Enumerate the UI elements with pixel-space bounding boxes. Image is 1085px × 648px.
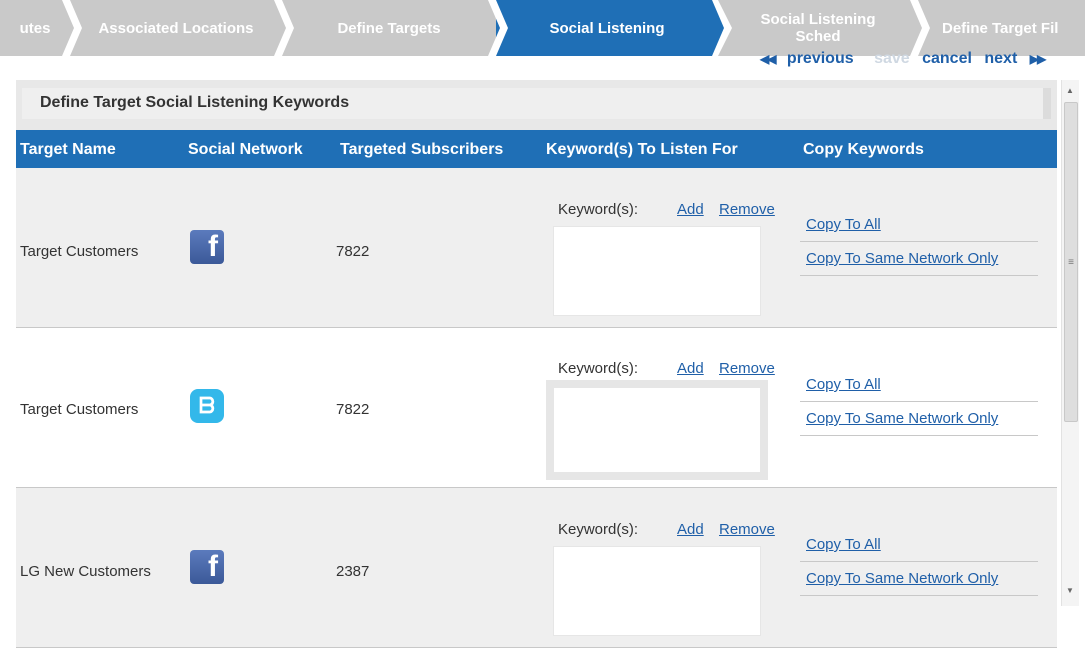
header-target-name: Target Name	[20, 141, 116, 158]
next-link[interactable]: next ▶▶	[984, 50, 1052, 67]
scroll-thumb[interactable]: ≡	[1064, 102, 1078, 422]
facebook-icon: f	[190, 230, 224, 264]
targeted-subscribers: 2387	[336, 563, 370, 580]
keywords-listbox[interactable]	[553, 546, 761, 636]
copy-keywords-options: Copy To All Copy To Same Network Only	[800, 208, 1038, 276]
table-row: LG New Customers f 2387 Keyword(s): Add …	[16, 488, 1057, 648]
twitter-icon: ᗷ	[190, 389, 224, 423]
rewind-icon: ◀◀	[760, 52, 777, 66]
target-name: Target Customers	[20, 401, 139, 418]
panel-title: Define Target Social Listening Keywords	[22, 88, 1051, 119]
copy-keywords-options: Copy To All Copy To Same Network Only	[800, 528, 1038, 596]
header-keywords: Keyword(s) To Listen For	[546, 141, 738, 158]
wizard-step-define-targets[interactable]: Define Targets	[282, 0, 496, 56]
copy-to-same-network-link[interactable]: Copy To Same Network Only	[800, 562, 1038, 596]
table-row: Target Customers ᗷ 7822 Keyword(s): Add …	[16, 328, 1057, 488]
wizard-step-social-listening-sched[interactable]: Social Listening Sched	[718, 0, 918, 56]
target-name: Target Customers	[20, 243, 139, 260]
copy-to-same-network-link[interactable]: Copy To Same Network Only	[800, 402, 1038, 436]
copy-to-all-link[interactable]: Copy To All	[800, 368, 1038, 402]
add-keyword-link[interactable]: Add	[677, 521, 704, 538]
wizard-steps: utes Associated Locations Define Targets…	[0, 0, 1085, 56]
step-separator	[62, 0, 82, 56]
fast-forward-icon: ▶▶	[1029, 52, 1047, 66]
table-header: Target Name Social Network Targeted Subs…	[16, 130, 1057, 168]
copy-to-same-network-link[interactable]: Copy To Same Network Only	[800, 242, 1038, 276]
facebook-icon: f	[190, 550, 224, 584]
scroll-down-icon[interactable]: ▼	[1066, 586, 1074, 595]
keywords-label: Keyword(s):	[558, 360, 639, 377]
vertical-scrollbar[interactable]: ▲ ≡ ▼	[1061, 80, 1079, 606]
keywords-listbox[interactable]	[546, 380, 768, 480]
previous-link[interactable]: ◀◀ previous	[760, 50, 862, 67]
step-separator	[710, 0, 732, 56]
remove-keyword-link[interactable]: Remove	[719, 360, 775, 377]
copy-to-all-link[interactable]: Copy To All	[800, 208, 1038, 242]
scroll-up-icon[interactable]: ▲	[1066, 86, 1074, 95]
target-name: LG New Customers	[20, 563, 151, 580]
grip-icon: ≡	[1068, 256, 1074, 268]
add-keyword-link[interactable]: Add	[677, 201, 704, 218]
wizard-step-define-target-filters[interactable]: Define Target Fil	[918, 0, 1085, 56]
table-row: Target Customers f 7822 Keyword(s): Add …	[16, 168, 1057, 328]
keywords-label: Keyword(s):	[558, 521, 639, 538]
header-targeted-subscribers: Targeted Subscribers	[340, 141, 504, 158]
keywords-listbox[interactable]	[553, 226, 761, 316]
targeted-subscribers: 7822	[336, 243, 370, 260]
wizard-step-social-listening[interactable]: Social Listening	[496, 0, 718, 56]
wizard-nav: ◀◀ previous save cancel next ▶▶	[760, 50, 1060, 68]
keywords-label: Keyword(s):	[558, 201, 639, 218]
remove-keyword-link[interactable]: Remove	[719, 521, 775, 538]
copy-keywords-options: Copy To All Copy To Same Network Only	[800, 368, 1038, 436]
header-copy-keywords: Copy Keywords	[803, 141, 924, 158]
step-separator	[488, 0, 508, 56]
step-separator	[274, 0, 294, 56]
wizard-step-attributes[interactable]: utes	[0, 0, 70, 56]
copy-to-all-link[interactable]: Copy To All	[800, 528, 1038, 562]
remove-keyword-link[interactable]: Remove	[719, 201, 775, 218]
targeted-subscribers: 7822	[336, 401, 370, 418]
cancel-link[interactable]: cancel	[922, 50, 972, 67]
wizard-step-associated-locations[interactable]: Associated Locations	[70, 0, 282, 56]
header-social-network: Social Network	[188, 141, 303, 158]
save-link: save	[874, 50, 910, 67]
add-keyword-link[interactable]: Add	[677, 360, 704, 377]
keywords-panel: Define Target Social Listening Keywords …	[16, 80, 1057, 648]
step-separator	[910, 0, 930, 56]
